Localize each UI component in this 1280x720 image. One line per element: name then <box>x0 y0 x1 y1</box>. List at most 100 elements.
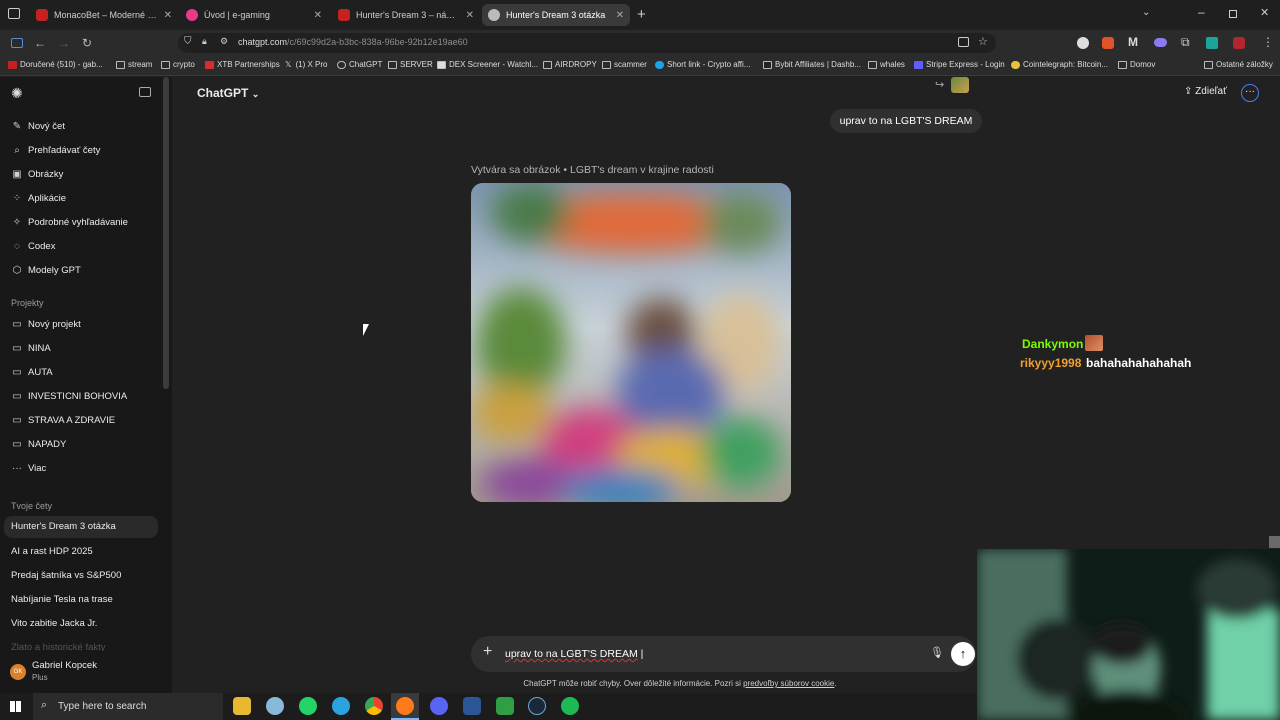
tab-egaming[interactable]: Úvod | e-gaming ✕ <box>180 4 328 26</box>
sidebar-item-project-nina[interactable]: ▭ NINA <box>11 343 50 354</box>
sidebar-item-project-investicni[interactable]: ▭ INVESTICNI BOHOVIA <box>11 391 127 402</box>
bookmark-folder[interactable]: AIRDROPY <box>543 60 597 69</box>
reload-icon[interactable]: ↻ <box>82 36 92 50</box>
bookmark-item[interactable]: 𝕏 (1) X Pro <box>285 60 327 69</box>
tab-overview-icon[interactable] <box>8 8 20 19</box>
bookmark-folder[interactable]: scammer <box>602 60 647 69</box>
message-composer[interactable]: + uprav to na LGBT'S DREAM | 🎙︎ ↑ <box>471 636 976 672</box>
url-field[interactable]: ⛉ 🔒︎ ⚙ chatgpt.com/c/69c99d2a-b3bc-838a-… <box>178 33 996 53</box>
bookmark-item[interactable]: Doručené (510) - gab... <box>8 60 103 69</box>
bookmark-item[interactable]: Stripe Express - Login <box>914 60 1005 69</box>
send-button[interactable]: ↑ <box>951 642 975 666</box>
maximize-button[interactable] <box>1229 10 1237 18</box>
chat-item[interactable]: Predaj šatníka vs S&P500 <box>11 570 121 581</box>
close-icon[interactable]: ✕ <box>314 10 322 21</box>
menu-kebab-icon[interactable]: ⋮ <box>1262 35 1274 49</box>
taskbar-search[interactable]: ⌕ Type here to search <box>33 693 223 720</box>
model-selector[interactable]: ChatGPT ⌄ <box>197 86 259 100</box>
bookmark-item[interactable]: Short link - Crypto affi... <box>655 60 750 69</box>
lock-icon[interactable]: 🔒︎ <box>202 36 207 47</box>
bookmark-folder[interactable]: stream <box>116 60 152 69</box>
chat-item[interactable]: Nabíjanie Tesla na trase <box>11 594 113 605</box>
close-icon[interactable]: ✕ <box>616 10 624 21</box>
firefox-icon[interactable] <box>396 697 414 715</box>
bookmark-item[interactable]: DEX Screener - Watchl... <box>437 60 538 69</box>
windows-start-icon[interactable] <box>10 701 21 712</box>
sidebar-item-project-strava[interactable]: ▭ STRAVA A ZDRAVIE <box>11 415 115 426</box>
minimize-button[interactable]: – <box>1198 5 1205 19</box>
telegram-icon[interactable] <box>332 697 350 715</box>
bookmark-item[interactable]: XTB Partnerships <box>205 60 280 69</box>
image-generation-status: Vytvára sa obrázok • LGBT's dream v kraj… <box>471 164 714 176</box>
discord-icon[interactable] <box>430 697 448 715</box>
cookie-preferences-link[interactable]: predvoľby súborov cookie <box>743 679 834 688</box>
file-explorer-icon[interactable] <box>233 697 251 715</box>
taskbar: ⌕ Type here to search <box>0 693 977 720</box>
whatsapp-icon[interactable] <box>299 697 317 715</box>
bookmark-folder[interactable]: Domov <box>1118 60 1155 69</box>
app-green-icon[interactable] <box>496 697 514 715</box>
microphone-icon[interactable]: 🎙︎ <box>930 646 944 659</box>
bookmark-folder-other[interactable]: Ostatné záložky <box>1204 60 1273 69</box>
attached-thumbnail[interactable] <box>951 77 969 93</box>
chat-item[interactable]: AI a rast HDP 2025 <box>11 546 93 557</box>
back-icon[interactable]: ← <box>34 36 46 50</box>
sidebar-item-images[interactable]: ▣ Obrázky <box>11 169 63 180</box>
bookmark-folder[interactable]: crypto <box>161 60 195 69</box>
site-settings-icon[interactable]: ⚙ <box>220 36 228 47</box>
bookmark-item[interactable]: ChatGPT <box>337 60 382 69</box>
close-window-button[interactable]: ✕ <box>1260 6 1269 19</box>
sidebar-item-search-chats[interactable]: ⌕ Prehľadávať čety <box>11 145 100 156</box>
sidebar-toggle-icon[interactable] <box>11 38 23 48</box>
sidebar-item-deep-research[interactable]: ✧ Podrobné vyhľadávanie <box>11 217 128 228</box>
share-button[interactable]: ⇪ Zdieľať <box>1184 86 1227 97</box>
tab-hunters-dream-gmail[interactable]: Hunter's Dream 3 – návrh smer ✕ <box>332 4 480 26</box>
bookmark-folder[interactable]: SERVER <box>388 60 433 69</box>
steam-icon[interactable] <box>528 697 546 715</box>
page-scrollbar[interactable] <box>1269 536 1280 548</box>
chat-item[interactable]: Vito zabitie Jacka Jr. <box>11 618 97 629</box>
sidebar-item-new-chat[interactable]: ✎ Nový čet <box>11 121 65 132</box>
bookmark-folder[interactable]: whales <box>868 60 905 69</box>
chat-item[interactable]: Hunter's Dream 3 otázka <box>4 516 158 538</box>
sidebar-item-project-napady[interactable]: ▭ NAPADY <box>11 439 66 450</box>
sidebar-item-codex[interactable]: ◌ Codex <box>11 241 55 252</box>
close-sidebar-icon[interactable] <box>139 87 151 97</box>
chat-item[interactable]: Zlato a historické fakty <box>11 642 106 651</box>
sync-app-icon[interactable] <box>266 697 284 715</box>
sidebar-item-project-auta[interactable]: ▭ AUTA <box>11 367 52 378</box>
new-tab-button[interactable]: + <box>637 6 646 23</box>
bookmark-item[interactable]: Bybit Affiliates | Dashb... <box>763 60 861 69</box>
more-options-button[interactable]: ··· <box>1241 84 1259 102</box>
sidebar-item-apps[interactable]: ⁘ Aplikácie <box>11 193 66 204</box>
word-icon[interactable] <box>463 697 481 715</box>
sidebar-item-new-project[interactable]: ▭ Nový projekt <box>11 319 81 330</box>
extension-m-icon[interactable]: M <box>1128 35 1138 49</box>
sidebar-scrollbar[interactable] <box>163 77 169 389</box>
extension-teal-icon[interactable] <box>1206 37 1218 49</box>
extensions-puzzle-icon[interactable]: ⧉ <box>1181 35 1190 50</box>
extension-fox-icon[interactable] <box>1102 37 1114 49</box>
shield-icon[interactable]: ⛉ <box>184 36 192 47</box>
chrome-icon[interactable] <box>365 697 383 715</box>
openai-logo-icon[interactable]: ✺ <box>11 85 23 102</box>
tab-monacobet[interactable]: MonacoBet – Moderné Onli ✕ <box>30 4 178 26</box>
close-icon[interactable]: ✕ <box>466 10 474 21</box>
generated-image-placeholder[interactable] <box>471 183 791 502</box>
spotify-icon[interactable] <box>561 697 579 715</box>
extension-red-icon[interactable] <box>1233 37 1245 49</box>
user-account[interactable]: GK Gabriel Kopcek Plus <box>0 653 172 693</box>
tab-hunters-dream-chatgpt[interactable]: Hunter's Dream 3 otázka ✕ <box>482 4 630 26</box>
profile-icon[interactable] <box>1077 37 1089 49</box>
plus-icon[interactable]: + <box>483 643 492 661</box>
close-icon[interactable]: ✕ <box>164 10 172 21</box>
bookmark-item[interactable]: Cointelegraph: Bitcoin... <box>1011 60 1108 69</box>
forward-icon[interactable]: → <box>58 36 70 50</box>
extension-cloud-icon[interactable] <box>1154 38 1167 47</box>
composer-input[interactable]: uprav to na LGBT'S DREAM | <box>505 648 643 660</box>
reader-mode-icon[interactable] <box>958 37 969 47</box>
tab-list-chevron-icon[interactable]: ⌄ <box>1142 7 1150 18</box>
sidebar-item-gpt-models[interactable]: ⬡ Modely GPT <box>11 265 81 276</box>
bookmark-star-icon[interactable]: ☆ <box>978 35 988 48</box>
sidebar-item-more[interactable]: ··· Viac <box>11 463 46 474</box>
